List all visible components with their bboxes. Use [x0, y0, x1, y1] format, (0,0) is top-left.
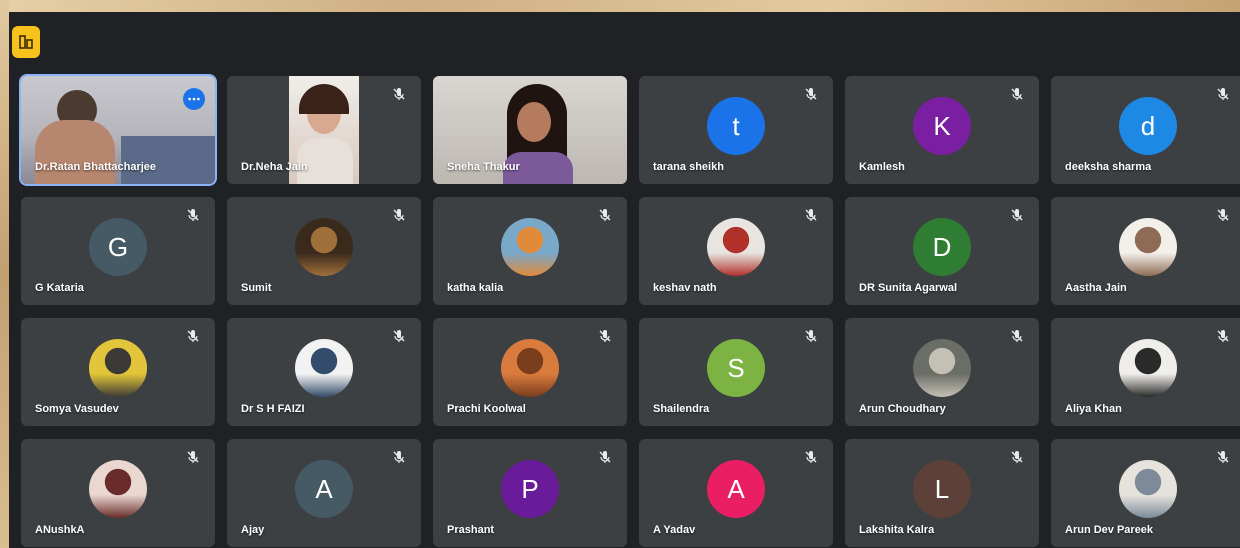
participant-tile[interactable]: Aliya Khan: [1051, 318, 1240, 426]
participant-tile[interactable]: G G Kataria: [21, 197, 215, 305]
participant-name: Sumit: [241, 282, 272, 294]
photo-frame-left: [0, 0, 9, 548]
participant-name: G Kataria: [35, 282, 84, 294]
participant-tile[interactable]: Arun Choudhary: [845, 318, 1039, 426]
participant-photo: [1119, 339, 1177, 397]
participant-tile[interactable]: t tarana sheikh: [639, 76, 833, 184]
participant-tile[interactable]: A Ajay: [227, 439, 421, 547]
participant-avatar: S: [707, 339, 765, 397]
participant-name: Dr.Ratan Bhattacharjee: [35, 161, 157, 173]
meeting-top-bar: [9, 12, 1240, 68]
mic-off-icon: [803, 86, 819, 102]
mic-off-icon: [803, 207, 819, 223]
mic-off-icon: [1009, 86, 1025, 102]
participant-photo: [295, 218, 353, 276]
meeting-details-icon: [19, 35, 33, 49]
participant-name: Dr S H FAIZI: [241, 403, 305, 415]
participant-avatar: L: [913, 460, 971, 518]
participant-tile[interactable]: ANushkA: [21, 439, 215, 547]
mic-off-icon: [803, 328, 819, 344]
participant-name: Kamlesh: [859, 161, 905, 173]
mic-off-icon: [391, 449, 407, 465]
participant-tile[interactable]: D DR Sunita Agarwal: [845, 197, 1039, 305]
mic-off-icon: [597, 328, 613, 344]
mic-off-icon: [185, 328, 201, 344]
participant-name: Ajay: [241, 524, 265, 536]
participant-tile[interactable]: Somya Vasudev: [21, 318, 215, 426]
participant-tile[interactable]: Dr.Ratan Bhattacharjee: [21, 76, 215, 184]
mic-off-icon: [1215, 449, 1231, 465]
participant-name: Arun Dev Pareek: [1065, 524, 1154, 536]
participant-avatar: t: [707, 97, 765, 155]
participant-tile[interactable]: keshav nath: [639, 197, 833, 305]
mic-off-icon: [1009, 328, 1025, 344]
mic-off-icon: [803, 449, 819, 465]
participant-name: keshav nath: [653, 282, 717, 294]
participant-tile[interactable]: Aastha Jain: [1051, 197, 1240, 305]
participant-tile[interactable]: d deeksha sharma: [1051, 76, 1240, 184]
participant-name: A Yadav: [653, 524, 696, 536]
participant-photo: [913, 339, 971, 397]
participant-photo: [89, 339, 147, 397]
meeting-details-button[interactable]: [12, 26, 40, 58]
mic-off-icon: [597, 449, 613, 465]
participant-name: Prashant: [447, 524, 495, 536]
participant-avatar: K: [913, 97, 971, 155]
more-options-icon: [188, 97, 200, 101]
participant-name: ANushkA: [35, 524, 85, 536]
participant-avatar: P: [501, 460, 559, 518]
participant-tile[interactable]: A A Yadav: [639, 439, 833, 547]
participant-name: Lakshita Kalra: [859, 524, 935, 536]
photo-frame-top: [0, 0, 1240, 12]
participant-photo: [295, 339, 353, 397]
participant-photo: [501, 218, 559, 276]
participant-tile[interactable]: Prachi Koolwal: [433, 318, 627, 426]
participant-tile[interactable]: S Shailendra: [639, 318, 833, 426]
participant-avatar: A: [295, 460, 353, 518]
participant-avatar: D: [913, 218, 971, 276]
mic-off-icon: [1009, 207, 1025, 223]
participant-name: katha kalia: [447, 282, 504, 294]
participant-tile[interactable]: Sumit: [227, 197, 421, 305]
participant-tile[interactable]: K Kamlesh: [845, 76, 1039, 184]
participant-photo: [707, 218, 765, 276]
participant-tile[interactable]: Dr.Neha Jain: [227, 76, 421, 184]
mic-off-icon: [391, 207, 407, 223]
meeting-window: Dr.Ratan Bhattacharjee Dr.Neha Jain Sneha …: [9, 12, 1240, 548]
participant-name: Aastha Jain: [1065, 282, 1127, 294]
participant-tile[interactable]: katha kalia: [433, 197, 627, 305]
mic-off-icon: [1215, 86, 1231, 102]
participant-name: Arun Choudhary: [859, 403, 946, 415]
participant-avatar: A: [707, 460, 765, 518]
participant-tile[interactable]: L Lakshita Kalra: [845, 439, 1039, 547]
participant-name: tarana sheikh: [653, 161, 724, 173]
participant-name: Somya Vasudev: [35, 403, 119, 415]
mic-off-icon: [185, 449, 201, 465]
participant-photo: [1119, 460, 1177, 518]
participant-avatar: G: [89, 218, 147, 276]
participant-name: deeksha sharma: [1065, 161, 1152, 173]
mic-off-icon: [185, 207, 201, 223]
participant-name: Shailendra: [653, 403, 710, 415]
mic-off-icon: [1009, 449, 1025, 465]
participant-tile[interactable]: P Prashant: [433, 439, 627, 547]
participant-tile[interactable]: Arun Dev Pareek: [1051, 439, 1240, 547]
participant-name: Dr.Neha Jain: [241, 161, 308, 173]
mic-off-icon: [1215, 328, 1231, 344]
participant-photo: [501, 339, 559, 397]
participant-photo: [1119, 218, 1177, 276]
mic-off-icon: [1215, 207, 1231, 223]
participant-avatar: d: [1119, 97, 1177, 155]
mic-off-icon: [597, 207, 613, 223]
participant-name: Sneha Thakur: [447, 161, 520, 173]
participant-name: Prachi Koolwal: [447, 403, 526, 415]
participant-name: Aliya Khan: [1065, 403, 1122, 415]
participant-tile[interactable]: Dr S H FAIZI: [227, 318, 421, 426]
participant-tile[interactable]: Sneha Thakur: [433, 76, 627, 184]
participant-photo: [89, 460, 147, 518]
more-options-button[interactable]: [183, 88, 205, 110]
participant-name: DR Sunita Agarwal: [859, 282, 957, 294]
mic-off-icon: [391, 328, 407, 344]
mic-off-icon: [391, 86, 407, 102]
